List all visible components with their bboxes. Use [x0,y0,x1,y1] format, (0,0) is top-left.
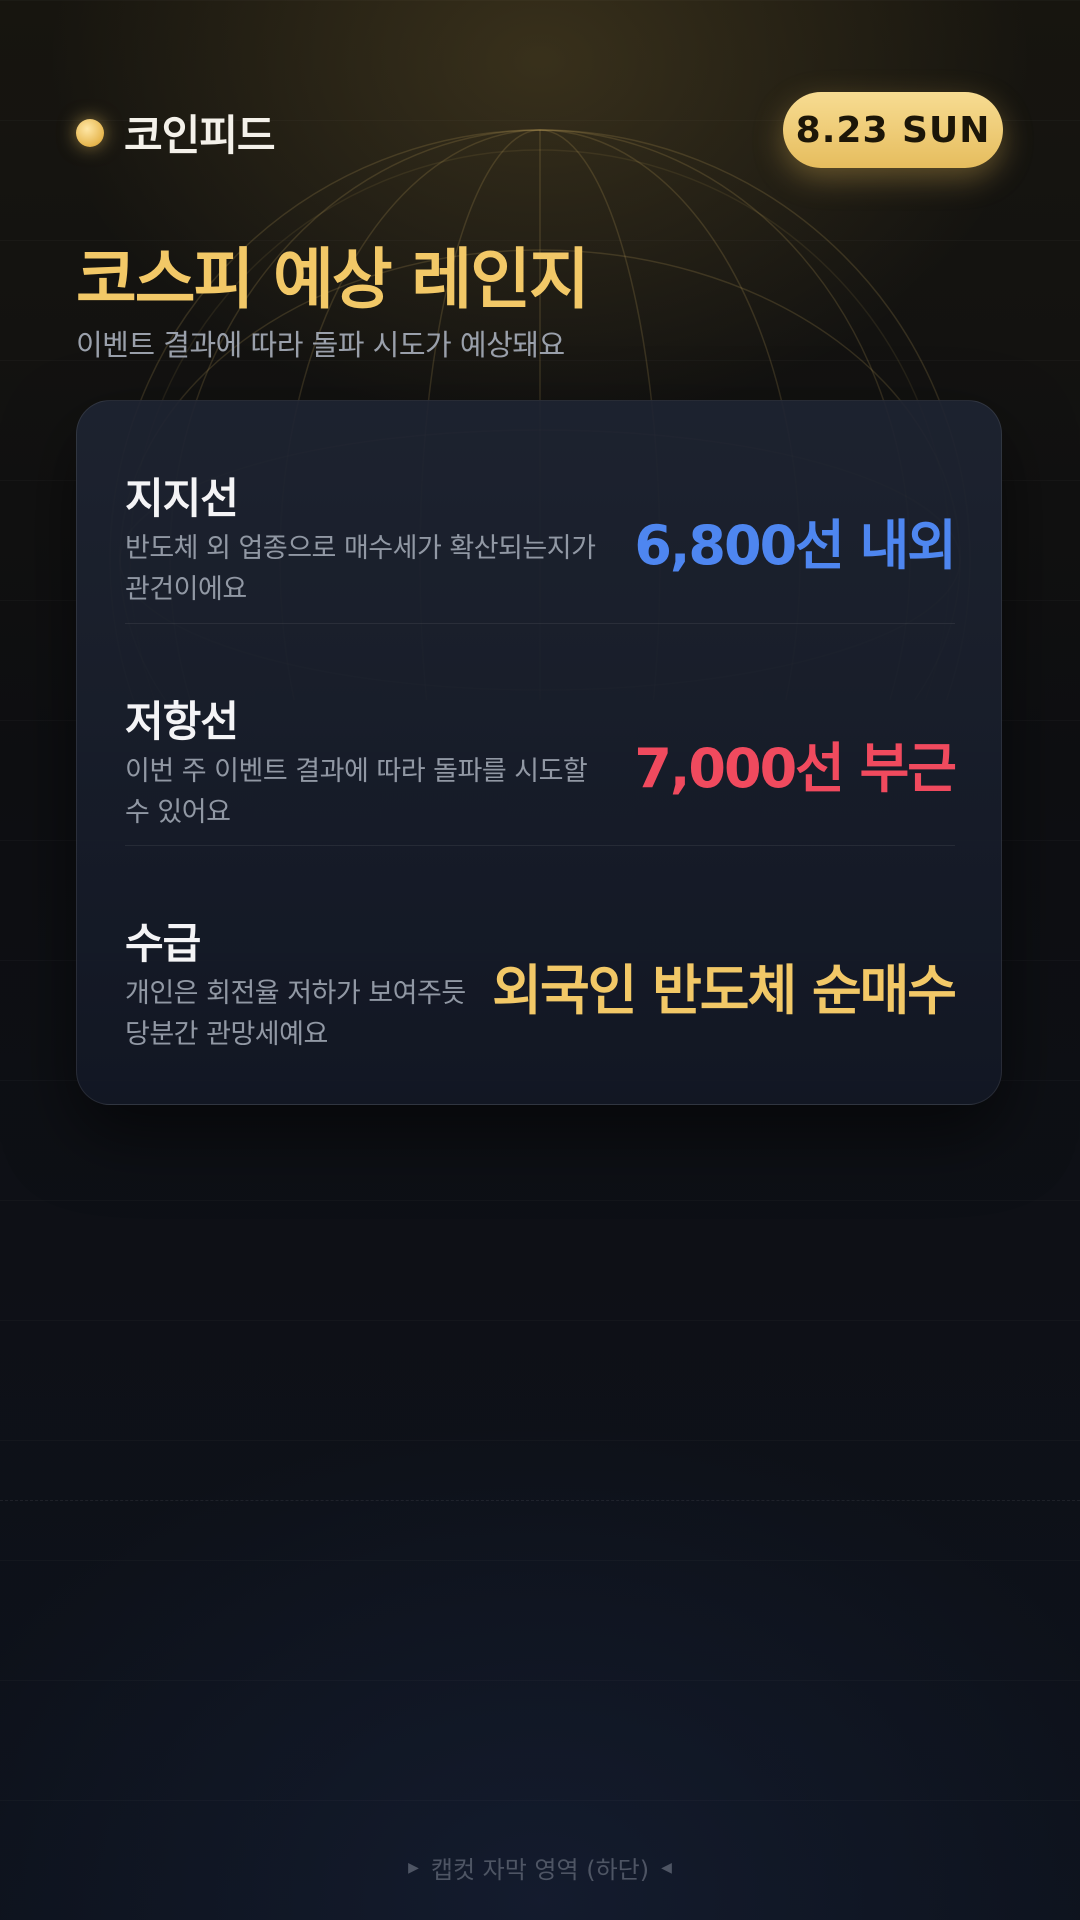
page-title: 코스피 예상 레인지 [76,241,590,318]
range-card: 지지선 반도체 외 업종으로 매수세가 확산되는지가 관건이에요 6,800선 … [76,400,1002,1105]
range-row-flow: 수급 개인은 회전율 저하가 보여주듯 당분간 관망세예요 외국인 반도체 순매… [125,845,957,1067]
row-description-line: 당분간 관망세예요 [125,1019,328,1050]
brand-logo: 코인피드 [76,102,276,163]
page-subtitle: 이벤트 결과에 따라 돌파 시도가 예상돼요 [76,328,565,362]
row-description-line: 이번 주 이벤트 결과에 따라 돌파를 시도할 [125,756,588,787]
story-canvas: 코인피드 8.23 SUN 코스피 예상 레인지 이벤트 결과에 따라 돌파 시… [0,0,1080,1920]
row-description: 개인은 회전율 저하가 보여주듯 당분간 관망세예요 [125,973,466,1055]
row-description: 반도체 외 업종으로 매수세가 확산되는지가 관건이에요 [125,528,596,610]
row-value: 7,000선 부근 [634,737,957,800]
row-value: 6,800선 내외 [634,514,957,577]
row-description-line: 수 있어요 [125,797,231,828]
range-row-support: 지지선 반도체 외 업종으로 매수세가 확산되는지가 관건이에요 6,800선 … [125,401,957,623]
row-label: 수급 [125,919,201,968]
caption-area: ▶ 캡컷 자막 영역 (하단) ◀ [0,1850,1080,1885]
gold-dot-icon [76,118,104,147]
caption-divider [0,1500,1080,1501]
caption-text: 캡컷 자막 영역 (하단) [430,1856,650,1884]
brand-name: 코인피드 [124,111,276,160]
row-description-line: 개인은 회전율 저하가 보여주듯 [125,978,466,1009]
row-description-line: 관건이에요 [125,574,247,605]
triangle-left-icon: ◀ [661,1859,672,1876]
row-label: 지지선 [125,474,239,523]
row-description: 이번 주 이벤트 결과에 따라 돌파를 시도할 수 있어요 [125,751,588,833]
triangle-right-icon: ▶ [408,1859,419,1876]
date-badge: 8.23 SUN [783,92,1003,168]
range-row-resistance: 저항선 이번 주 이벤트 결과에 따라 돌파를 시도할 수 있어요 7,000선… [125,623,957,845]
row-label: 저항선 [125,697,239,746]
row-description-line: 반도체 외 업종으로 매수세가 확산되는지가 [125,533,596,564]
row-value: 외국인 반도체 순매수 [492,959,957,1022]
